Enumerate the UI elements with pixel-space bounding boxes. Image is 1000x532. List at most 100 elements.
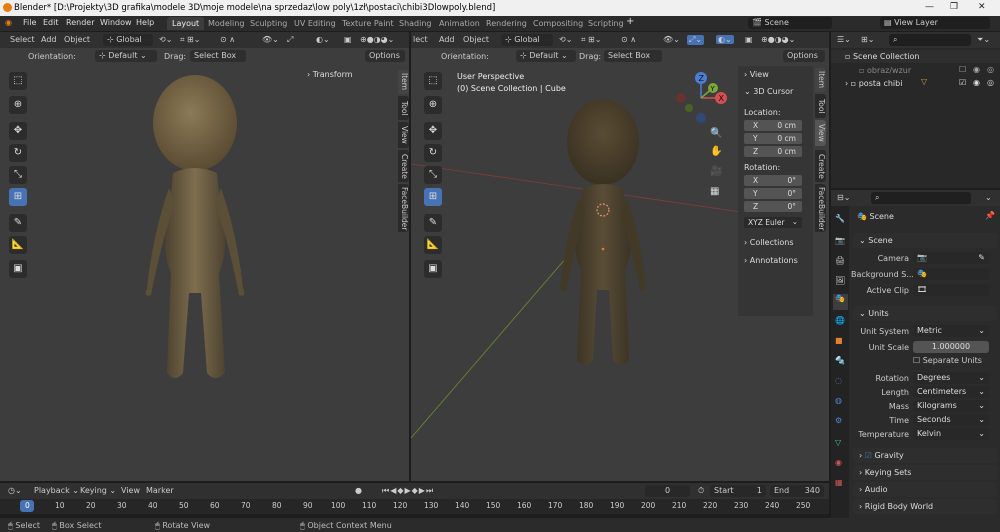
npanel-collections-header[interactable]: › Collections <box>744 238 794 247</box>
move-tool-icon[interactable]: ✥ <box>9 122 27 140</box>
right-visibility-icon[interactable]: 👁⌄ <box>663 35 680 44</box>
section-scene[interactable]: ⌄ Scene <box>853 233 997 248</box>
right-object-menu[interactable]: Object <box>463 35 489 44</box>
left-chibi-model[interactable] <box>135 73 255 403</box>
scene-selector[interactable]: 🎬 Scene <box>748 17 832 29</box>
right-shading-icons[interactable]: ⊕●◑◕⌄ <box>761 35 795 44</box>
minimize-icon[interactable]: — <box>925 2 934 12</box>
left-transform-orientation[interactable]: ⊹ Global <box>103 34 153 46</box>
active-clip-field[interactable]: 🎞 <box>913 284 989 296</box>
section-rigid-body-world[interactable]: › Rigid Body World <box>853 499 997 514</box>
right-add-menu[interactable]: Add <box>439 35 455 44</box>
left-xray-icon[interactable]: ▣ <box>344 35 352 44</box>
left-orientation-dropdown[interactable]: ⊹ Default ⌄ <box>95 50 157 62</box>
r-move-tool-icon[interactable]: ✥ <box>424 122 442 140</box>
output-tab-icon[interactable]: 🖨 <box>835 256 845 265</box>
r-annotate-tool-icon[interactable]: ✎ <box>424 214 442 232</box>
camera-icon[interactable]: 🎥 <box>710 166 722 177</box>
zoom-icon[interactable]: 🔍 <box>710 128 722 139</box>
menu-window[interactable]: Window <box>100 18 132 27</box>
right-tab-create[interactable]: Create <box>815 150 826 182</box>
right-chibi-model[interactable] <box>551 98 656 383</box>
end-frame-field[interactable]: End 340 <box>770 485 824 497</box>
tab-sculpting[interactable]: Sculpting <box>245 17 292 30</box>
outliner-editor-icon[interactable]: ☰⌄ <box>837 35 851 44</box>
r-scale-tool-icon[interactable]: ⤡ <box>424 166 442 184</box>
eye-icon[interactable]: ◉ <box>973 65 980 74</box>
unit-scale-field[interactable]: 1.000000 <box>913 341 989 353</box>
pan-hand-icon[interactable]: ✋ <box>710 146 722 157</box>
tab-animation[interactable]: Animation <box>434 17 485 30</box>
left-pivot-icon[interactable]: ⟲⌄ <box>159 35 172 44</box>
playback-controls[interactable]: ⏮◀◆▶◆▶⏭ <box>382 486 434 496</box>
right-pivot-icon[interactable]: ⟲⌄ <box>559 35 572 44</box>
timeline-marker-menu[interactable]: Marker <box>146 486 174 495</box>
timeline-view-menu[interactable]: View <box>121 486 140 495</box>
measure-tool-icon[interactable]: 📐 <box>9 236 27 254</box>
r-rotate-tool-icon[interactable]: ↻ <box>424 144 442 162</box>
physics-tab-icon[interactable]: ◍ <box>835 396 842 405</box>
section-keying-sets[interactable]: › Keying Sets <box>853 465 997 480</box>
cursor-rot-y[interactable]: Y 0° <box>744 188 802 199</box>
right-overlay-icon[interactable]: ◐⌄ <box>716 35 734 44</box>
r-cursor-tool-icon[interactable]: ⊕ <box>424 96 442 114</box>
outliner-search-input[interactable]: ⌕ <box>889 34 971 46</box>
scene-tab-icon[interactable]: 🎭 <box>833 294 848 310</box>
section-audio[interactable]: › Audio <box>853 482 997 497</box>
properties-search-input[interactable]: ⌕ <box>871 192 971 204</box>
maximize-icon[interactable]: ❐ <box>950 2 958 12</box>
left-drag-dropdown[interactable]: Select Box <box>190 50 246 62</box>
timeline-playback-menu[interactable]: Playback ⌄ <box>34 486 79 495</box>
tab-modeling[interactable]: Modeling <box>203 17 249 30</box>
r-select-tool-icon[interactable]: ⬚ <box>424 72 442 90</box>
render-tab-icon[interactable]: 📷 <box>835 236 845 245</box>
object-tab-icon[interactable]: ■ <box>835 336 843 345</box>
right-select-menu[interactable]: lect <box>413 35 428 44</box>
left-add-menu[interactable]: Add <box>41 35 57 44</box>
left-snap-icon[interactable]: ⌗ ⊞⌄ <box>180 35 200 45</box>
checked-checkbox[interactable]: ☑ <box>959 78 966 87</box>
outliner-root-row[interactable]: ▫ Scene Collection <box>831 50 1000 63</box>
r-transform-tool-icon[interactable]: ⊞ <box>424 188 442 206</box>
left-visibility-icon[interactable]: 👁⌄ <box>262 35 279 44</box>
left-viewport[interactable]: Orientation: ⊹ Default ⌄ Drag: Select Bo… <box>0 48 409 481</box>
right-tab-item[interactable]: Item <box>815 68 826 92</box>
menu-help[interactable]: Help <box>136 18 154 27</box>
scale-tool-icon[interactable]: ⤡ <box>9 166 27 184</box>
r-add-cube-tool-icon[interactable]: ▣ <box>424 260 442 278</box>
data-tab-icon[interactable]: ▽ <box>835 438 841 447</box>
right-tab-tool[interactable]: Tool <box>815 94 826 118</box>
outliner-display-mode-icon[interactable]: ⊞⌄ <box>861 35 874 44</box>
r-measure-tool-icon[interactable]: 📐 <box>424 236 442 254</box>
properties-options-icon[interactable]: ⌄ <box>985 193 992 202</box>
cursor-rot-z[interactable]: Z 0° <box>744 201 802 212</box>
tool-tab-icon[interactable]: 🔧 <box>835 214 845 223</box>
blender-menu-icon[interactable]: ◉ <box>5 18 12 27</box>
tab-texture-paint[interactable]: Texture Paint <box>337 17 399 30</box>
camera-render-icon[interactable]: ◎ <box>987 65 994 74</box>
material-tab-icon[interactable]: ◉ <box>835 458 842 467</box>
background-field[interactable]: 🎭 <box>913 268 989 280</box>
npanel-cursor-header[interactable]: ⌄ 3D Cursor <box>744 87 793 96</box>
left-object-menu[interactable]: Object <box>64 35 90 44</box>
rotate-tool-icon[interactable]: ↻ <box>9 144 27 162</box>
tab-shading[interactable]: Shading <box>394 17 437 30</box>
add-cube-tool-icon[interactable]: ▣ <box>9 260 27 278</box>
left-tab-view[interactable]: View <box>398 122 409 148</box>
right-snap-icon[interactable]: ⌗ ⊞⌄ <box>581 35 601 45</box>
particles-tab-icon[interactable]: ◌ <box>835 376 842 385</box>
tab-rendering[interactable]: Rendering <box>481 17 532 30</box>
left-options-dropdown[interactable]: Options <box>365 50 405 62</box>
right-gizmo-icon[interactable]: ⤢⌄ <box>687 35 705 45</box>
cursor-loc-y[interactable]: Y0 cm <box>744 133 802 144</box>
timeline-keying-menu[interactable]: Keying ⌄ <box>80 486 116 495</box>
view-layer-selector[interactable]: ▤ View Layer <box>880 17 990 29</box>
section-units[interactable]: ⌄ Units <box>853 306 997 321</box>
close-icon[interactable]: ✕ <box>978 2 986 12</box>
left-tab-create[interactable]: Create <box>398 150 409 182</box>
cursor-rot-x[interactable]: X 0° <box>744 175 802 186</box>
select-tool-icon[interactable]: ⬚ <box>9 72 27 90</box>
npanel-annotations-header[interactable]: › Annotations <box>744 256 798 265</box>
modifier-tab-icon[interactable]: 🔩 <box>835 356 845 365</box>
transform-tool-icon[interactable]: ⊞ <box>9 188 27 206</box>
